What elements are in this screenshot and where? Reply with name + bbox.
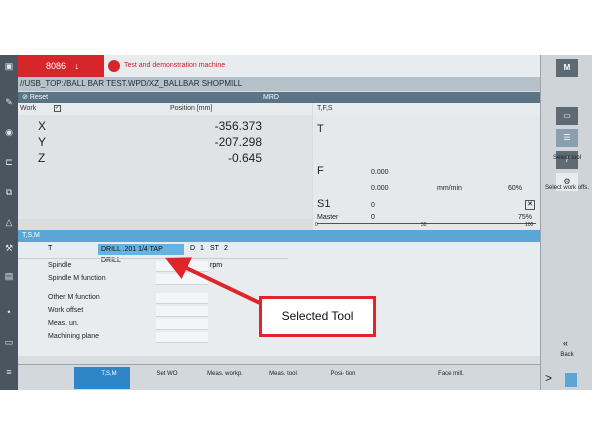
feed-value: 0.000 bbox=[371, 169, 389, 176]
feed-unit: mm/min bbox=[437, 185, 462, 192]
set-wo-softkey[interactable]: Set WO bbox=[132, 367, 188, 389]
edit-icon[interactable]: ✎ bbox=[2, 95, 16, 109]
meas-tool-softkey[interactable]: Meas. tool bbox=[248, 367, 304, 389]
copy-icon[interactable]: ⧉ bbox=[2, 185, 16, 199]
tsm-softkey[interactable]: T,S,M bbox=[74, 367, 130, 389]
face-mill-softkey[interactable]: Face mill. bbox=[416, 367, 472, 389]
scale-tick: 100 bbox=[525, 222, 534, 228]
spindle-label: Spindle bbox=[48, 262, 72, 269]
tsm-tool-label: T bbox=[48, 245, 53, 252]
tool-name-field[interactable]: DRILL .201 1/4 TAP DRILL bbox=[98, 244, 184, 264]
right-softkey-bar: M ▭ ☰ i ⚙ Select tool Select work offs. … bbox=[540, 55, 592, 390]
program-path: //USB_TOP:/BALL BAR TEST.WPD/XZ_BALLBAR … bbox=[18, 77, 540, 91]
double-chevron-left-icon: « bbox=[563, 338, 569, 348]
meas-unit-field[interactable] bbox=[156, 319, 208, 330]
meas-workpiece-softkey[interactable]: Meas. workp. bbox=[190, 367, 246, 389]
axis-row: X -356.373 bbox=[18, 119, 312, 135]
list-icon[interactable]: ☰ bbox=[556, 129, 578, 147]
hmi-screen: ▣ ✎ ◉ ⊏ ⧉ △ ⚒ ▤ • ▭ ≡ 8086 ↓ Test and de… bbox=[0, 55, 592, 390]
tool-row: T DRILL .201 1/4 TAP DRILL D 1 ST 2 bbox=[18, 242, 540, 264]
axis-name: Z bbox=[38, 151, 46, 165]
position-panel: Work ✓ Position [mm] X -356.373 Y -207.2… bbox=[18, 103, 312, 219]
axis-name: X bbox=[38, 119, 47, 133]
reset-icon: ⊘ bbox=[22, 94, 28, 101]
sinumerik-icon[interactable]: ▤ bbox=[2, 269, 16, 283]
dot-icon[interactable]: • bbox=[2, 305, 16, 319]
machining-plane-label: Machining plane bbox=[48, 333, 99, 340]
window-icon[interactable]: ▭ bbox=[2, 335, 16, 349]
bottom-softkey-bar: T,S,M Set WO Meas. workp. Meas. tool Pos… bbox=[18, 364, 540, 390]
st-label: ST bbox=[210, 245, 219, 252]
other-m-function-field[interactable] bbox=[156, 293, 208, 304]
machine-icon[interactable]: ▣ bbox=[2, 59, 16, 73]
scale-tick: 50 bbox=[421, 222, 427, 228]
channel-tab[interactable]: 8086 ↓ bbox=[18, 55, 104, 77]
bracket-icon[interactable]: ⊏ bbox=[2, 155, 16, 169]
axis-row: Z -0.645 bbox=[18, 151, 312, 167]
spindle-override: 75% bbox=[518, 214, 533, 221]
spindle-s1-label: S1 bbox=[317, 198, 331, 210]
spindle-m-function-field[interactable] bbox=[156, 274, 208, 285]
selected-tool-callout: Selected Tool bbox=[259, 296, 376, 337]
machine-m-icon[interactable]: M bbox=[556, 59, 578, 77]
machining-plane-field[interactable] bbox=[156, 332, 208, 343]
work-checkbox-icon[interactable]: ✓ bbox=[54, 105, 61, 112]
work-offset-label: Work offset bbox=[48, 307, 84, 314]
display-icon[interactable]: ▭ bbox=[556, 107, 578, 125]
spindle-speed-field[interactable] bbox=[156, 261, 208, 272]
position-softkey[interactable]: Posi- tion bbox=[308, 367, 364, 389]
tfs-tool-label: T bbox=[317, 123, 324, 135]
axis-name: Y bbox=[38, 135, 47, 149]
mode-label: MRD bbox=[263, 94, 279, 101]
channel-status-bar: ⊘ Reset MRD bbox=[18, 92, 540, 103]
menu-icon[interactable]: ≡ bbox=[2, 365, 16, 379]
feed-value-2: 0.000 bbox=[371, 185, 389, 192]
axis-row: Y -207.298 bbox=[18, 135, 312, 151]
axis-value: -207.298 bbox=[214, 135, 262, 149]
wrench-icon[interactable]: ⚒ bbox=[2, 241, 16, 255]
spindle-s1-value: 0 bbox=[371, 202, 375, 209]
reset-label: Reset bbox=[29, 94, 49, 101]
demo-machine-text: Test and demonstration machine bbox=[124, 62, 226, 69]
left-vertical-toolbar: ▣ ✎ ◉ ⊏ ⧉ △ ⚒ ▤ • ▭ ≡ bbox=[0, 55, 18, 390]
axis-value: -356.373 bbox=[214, 119, 262, 133]
arrow-down-icon: ↓ bbox=[74, 61, 80, 71]
tsm-header: T,S,M bbox=[18, 230, 540, 242]
tsm-softkey-label: T,S,M bbox=[101, 371, 117, 377]
tfs-header: T,F,S bbox=[313, 103, 540, 115]
warning-icon[interactable]: △ bbox=[2, 215, 16, 229]
page-indicator-icon[interactable] bbox=[565, 373, 577, 387]
position-column-header: Position [mm] bbox=[170, 105, 213, 112]
channel-header: 8086 ↓ Test and demonstration machine bbox=[18, 55, 540, 77]
spindle-unit: rpm bbox=[210, 262, 223, 269]
axis-value: -0.645 bbox=[227, 151, 262, 165]
spindle-stop-icon: ✕ bbox=[525, 200, 535, 210]
row-divider bbox=[18, 258, 288, 259]
st-value[interactable]: 2 bbox=[224, 245, 228, 252]
work-offset-field[interactable] bbox=[156, 306, 208, 317]
d-value[interactable]: 1 bbox=[200, 245, 204, 252]
stop-icon bbox=[108, 60, 120, 72]
feed-label: F bbox=[317, 165, 324, 177]
back-button[interactable]: « Back bbox=[543, 339, 591, 366]
chevron-right-icon[interactable]: > bbox=[545, 371, 552, 385]
select-tool-button[interactable]: Select tool bbox=[543, 149, 591, 176]
other-m-function-label: Other M function bbox=[48, 294, 100, 301]
meas-unit-label: Meas. un. bbox=[48, 320, 79, 327]
master-label: Master bbox=[317, 214, 339, 221]
master-value: 0 bbox=[371, 214, 375, 221]
channel-label: 8086 bbox=[46, 61, 67, 71]
position-header: Work ✓ Position [mm] bbox=[18, 103, 312, 115]
spindle-status: S1 0 ✕ Master 0 75% 0 50 100 bbox=[313, 198, 540, 230]
d-label: D bbox=[190, 245, 196, 252]
feed-override: 60% bbox=[508, 185, 523, 192]
target-icon[interactable]: ◉ bbox=[2, 125, 16, 139]
select-work-offset-button[interactable]: Select work offs. bbox=[543, 179, 591, 206]
spindle-m-function-label: Spindle M function bbox=[48, 275, 106, 282]
back-label: Back bbox=[560, 352, 574, 358]
scale-tick: 0 bbox=[315, 222, 318, 228]
work-label: Work bbox=[20, 105, 37, 112]
